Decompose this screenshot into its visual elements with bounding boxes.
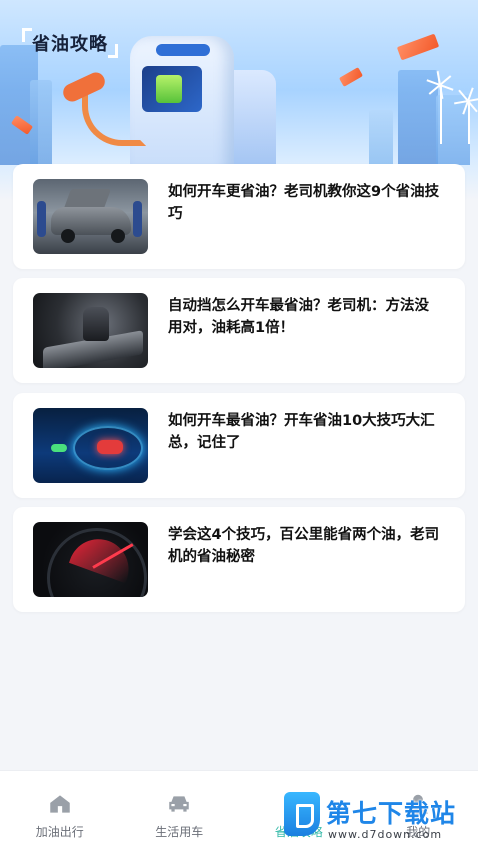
article-thumbnail bbox=[33, 293, 148, 368]
watermark: 第七下载站 www.d7down.com bbox=[280, 786, 478, 850]
watermark-url: www.d7down.com bbox=[328, 828, 443, 841]
article-card[interactable]: 学会这4个技巧，百公里能省两个油，老司机的省油秘密 bbox=[13, 507, 465, 612]
building-illustration bbox=[398, 70, 438, 165]
money-bill-illustration bbox=[396, 33, 440, 61]
article-thumbnail bbox=[33, 408, 148, 483]
article-card[interactable]: 如何开车更省油？老司机教你这9个省油技巧 bbox=[13, 164, 465, 269]
nav-item-life-car[interactable]: 生活用车 bbox=[120, 771, 240, 850]
article-card[interactable]: 如何开车最省油？开车省油10大技巧大汇总，记住了 bbox=[13, 393, 465, 498]
wind-turbine-illustration bbox=[454, 87, 478, 144]
corner-bracket-icon bbox=[108, 44, 118, 58]
nav-item-fuel-travel[interactable]: 加油出行 bbox=[0, 771, 120, 850]
nav-item-label: 生活用车 bbox=[155, 825, 204, 839]
article-title: 自动挡怎么开车最省油？老司机：方法没用对，油耗高1倍！ bbox=[168, 298, 429, 336]
home-icon bbox=[50, 795, 70, 813]
money-bill-illustration bbox=[338, 67, 364, 87]
article-title: 学会这4个技巧，百公里能省两个油，老司机的省油秘密 bbox=[168, 527, 440, 565]
building-illustration bbox=[30, 80, 52, 165]
page-title: 省油攻略 bbox=[32, 34, 108, 55]
article-title: 如何开车最省油？开车省油10大技巧大汇总，记住了 bbox=[168, 413, 435, 451]
article-title: 如何开车更省油？老司机教你这9个省油技巧 bbox=[168, 184, 440, 222]
watermark-logo-icon bbox=[284, 792, 320, 836]
nav-item-label: 加油出行 bbox=[35, 825, 84, 839]
wind-turbine-illustration bbox=[426, 71, 454, 144]
watermark-name: 第七下载站 bbox=[326, 799, 457, 828]
fuel-hose-illustration bbox=[82, 86, 146, 146]
page-title-wrap: 省油攻略 bbox=[22, 28, 118, 58]
article-thumbnail bbox=[33, 179, 148, 254]
article-thumbnail bbox=[33, 522, 148, 597]
corner-bracket-icon bbox=[22, 28, 32, 42]
car-icon bbox=[169, 796, 189, 812]
article-card[interactable]: 自动挡怎么开车最省油？老司机：方法没用对，油耗高1倍！ bbox=[13, 278, 465, 383]
building-illustration bbox=[369, 110, 393, 165]
